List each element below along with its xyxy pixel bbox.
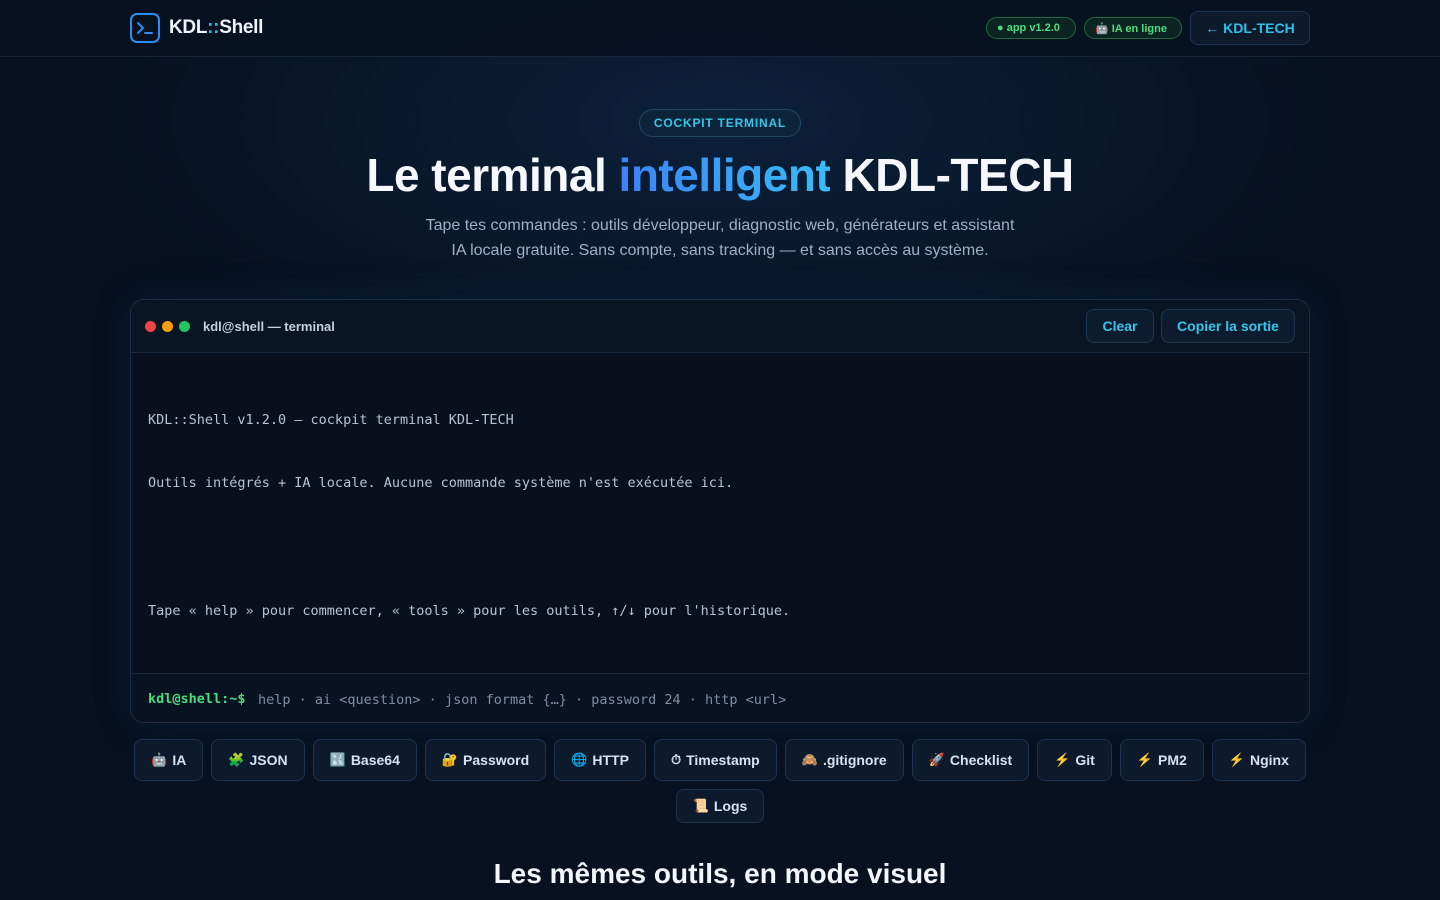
clear-button[interactable]: Clear xyxy=(1086,309,1154,343)
stopwatch-icon: ⏱ xyxy=(670,752,682,767)
tool-http-button[interactable]: 🌐 HTTP xyxy=(554,739,646,781)
tool-pm2-button[interactable]: ⚡ PM2 xyxy=(1119,739,1204,781)
terminal-window: kdl@shell — terminal Clear Copier la sor… xyxy=(130,299,1310,723)
window-maximize-dot xyxy=(179,321,190,332)
tool-logs-button[interactable]: 📜 Logs xyxy=(675,789,765,823)
page-title: Le terminal intelligent KDL-TECH xyxy=(366,149,1074,201)
window-close-dot xyxy=(145,321,156,332)
globe-icon: 🌐 xyxy=(571,752,588,767)
tool-gitignore-button[interactable]: 🙈 .gitignore xyxy=(784,739,904,781)
ia-status-badge: 🤖 IA en ligne xyxy=(1084,17,1182,39)
page-subtitle: Tape tes commandes : outils développeur,… xyxy=(425,217,1015,259)
copy-output-button[interactable]: Copier la sortie xyxy=(1161,309,1295,343)
brand-logo-link[interactable]: KDL::Shell xyxy=(130,13,263,43)
tool-password-button[interactable]: 🔐 Password xyxy=(424,739,547,781)
shell-prompt: kdl@shell:~$ xyxy=(148,691,246,707)
tool-shortcuts: 🤖 IA 🧩 JSON 🔣 Base64 🔐 Password 🌐 HTTP ⏱ Times… xyxy=(130,739,1310,823)
robot-icon: 🤖 xyxy=(151,752,168,767)
back-to-kdl-tech-link[interactable]: ← KDL-TECH xyxy=(1190,11,1310,45)
terminal-title: kdl@shell — terminal xyxy=(203,319,335,334)
app-version-badge: ● app v1.2.0 xyxy=(986,17,1076,39)
rocket-icon: 🚀 xyxy=(928,752,945,767)
terminal-output-line: Outils intégrés + IA locale. Aucune comm… xyxy=(148,475,734,491)
terminal-output: KDL::Shell v1.2.0 — cockpit terminal KDL… xyxy=(148,368,1288,664)
terminal-titlebar: kdl@shell — terminal Clear Copier la sor… xyxy=(131,300,1309,353)
visual-tools-section-title: Les mêmes outils, en mode visuel xyxy=(493,858,947,889)
tool-git-button[interactable]: ⚡ Git xyxy=(1037,739,1112,781)
lightning-icon: ⚡ xyxy=(1136,752,1153,767)
window-minimize-dot xyxy=(162,321,173,332)
terminal-output-line: Tape « help » pour commencer, « tools » … xyxy=(148,603,791,619)
tool-json-button[interactable]: 🧩 JSON xyxy=(211,739,305,781)
see-no-evil-icon: 🙈 xyxy=(801,752,818,767)
terminal-output-line: KDL::Shell v1.2.0 — cockpit terminal KDL… xyxy=(148,412,514,428)
command-input[interactable] xyxy=(258,686,1288,714)
lightning-icon: ⚡ xyxy=(1228,752,1245,767)
tool-checklist-button[interactable]: 🚀 Checklist xyxy=(911,739,1030,781)
lock-icon: 🔐 xyxy=(441,752,459,767)
lightning-icon: ⚡ xyxy=(1054,752,1071,767)
cockpit-terminal-badge: COCKPIT TERMINAL xyxy=(639,109,801,137)
symbols-icon: 🔣 xyxy=(329,752,346,767)
tool-timestamp-button[interactable]: ⏱ Timestamp xyxy=(653,739,777,781)
scroll-icon: 📜 xyxy=(692,798,709,813)
terminal-prompt-icon xyxy=(130,13,160,43)
puzzle-icon: 🧩 xyxy=(228,752,245,767)
tool-nginx-button[interactable]: ⚡ Nginx xyxy=(1211,739,1306,781)
tool-ia-button[interactable]: 🤖 IA xyxy=(134,739,204,781)
brand-name: KDL::Shell xyxy=(169,17,264,38)
top-navbar: KDL::Shell ● app v1.2.0 🤖 IA en ligne ← … xyxy=(0,0,1440,57)
terminal-input-bar: kdl@shell:~$ xyxy=(131,673,1309,722)
tool-base64-button[interactable]: 🔣 Base64 xyxy=(312,739,417,781)
